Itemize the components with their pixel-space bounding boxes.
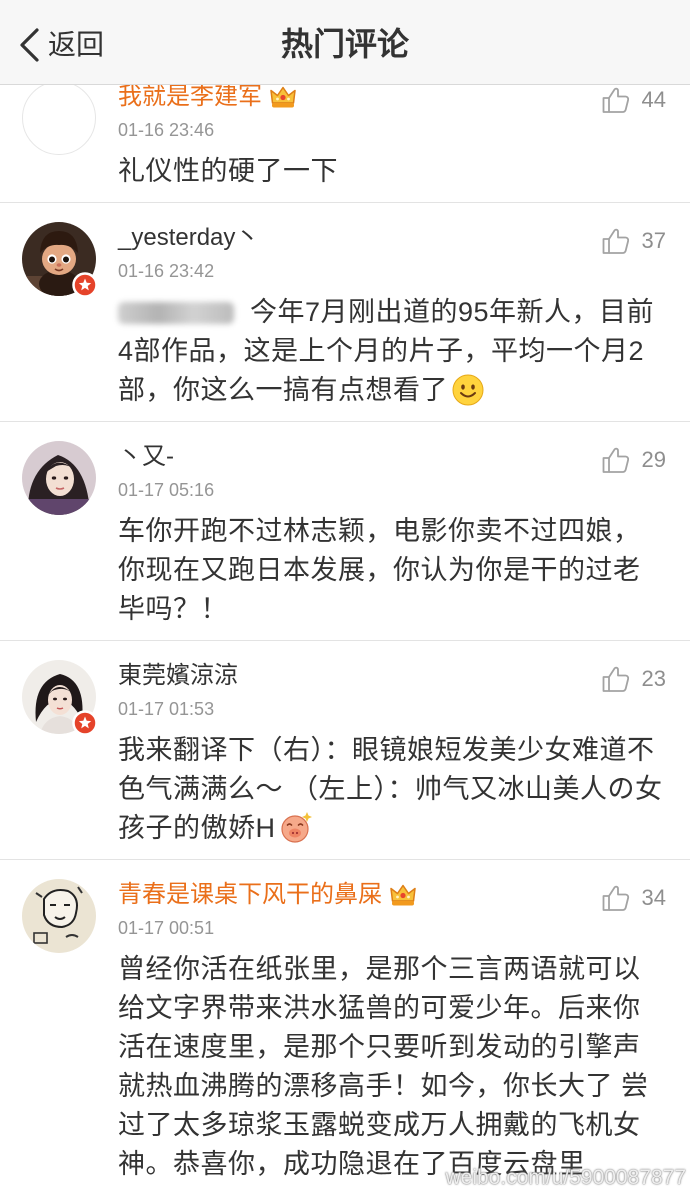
comment-text: 我来翻译下（右）：眼镜娘短发美少女难道不色气满满么～ （左上）：帅气又冰山美人の…: [118, 731, 663, 848]
smile-emoji-icon: [452, 374, 484, 406]
comment-list: 我就是李建军 01-16 23:46 44 礼仪性的硬了一下 _yesterda…: [0, 62, 690, 1184]
like-count: 34: [641, 885, 666, 910]
like-count: 23: [641, 666, 666, 691]
watermark: weibo.com/u/5900087877: [445, 1166, 686, 1189]
username[interactable]: 丶又-: [118, 442, 174, 472]
blurred-text-redaction: [118, 302, 234, 324]
comment-text: 礼仪性的硬了一下: [118, 152, 663, 191]
crown-vip-icon[interactable]: [388, 882, 418, 908]
timestamp: 01-16 23:42: [118, 261, 215, 281]
like-count: 37: [641, 228, 666, 253]
timestamp: 01-17 00:51: [118, 918, 215, 938]
comment-text: 今年7月刚出道的95年新人，目前4部作品，这是上个月的片子，平均一个月2部，你这…: [118, 293, 663, 410]
shy-emoji-icon: [280, 810, 314, 844]
comment-item: 東莞嬪涼涼 01-17 01:53 23 我来翻译下（右）：眼镜娘短发美少女难道…: [0, 641, 690, 860]
avatar[interactable]: [22, 441, 96, 515]
username-row: 東莞嬪涼涼: [118, 661, 238, 691]
username-row: 青春是课桌下风干的鼻屎: [118, 880, 418, 910]
comment-item: 丶又- 01-17 05:16 29 车你开跑不过林志颖，电影你卖不过四娘，你现…: [0, 422, 690, 641]
like-button[interactable]: 34: [602, 883, 666, 913]
username[interactable]: 我就是李建军: [118, 82, 262, 112]
thumbs-up-icon[interactable]: [602, 228, 630, 255]
username[interactable]: 青春是课桌下风干的鼻屎: [118, 880, 382, 910]
like-count: 29: [641, 447, 666, 472]
timestamp: 01-16 23:46: [118, 120, 215, 140]
username[interactable]: 東莞嬪涼涼: [118, 661, 238, 691]
verified-badge-icon: [72, 272, 98, 298]
username-row: 丶又-: [118, 442, 174, 472]
like-button[interactable]: 23: [602, 664, 666, 694]
comment-text: 曾经你活在纸张里，是那个三言两语就可以给文字界带来洪水猛兽的可爱少年。后来你活在…: [118, 950, 663, 1184]
page-title: 热门评论: [280, 26, 409, 62]
verified-badge-icon: [72, 710, 98, 736]
comment-text: 车你开跑不过林志颖，电影你卖不过四娘，你现在又跑日本发展，你认为你是干的过老毕吗…: [118, 512, 663, 629]
nav-bar: 返回 热门评论: [0, 0, 690, 85]
thumbs-up-icon[interactable]: [602, 666, 630, 693]
thumbs-up-icon[interactable]: [602, 885, 630, 912]
hot-comments-screen: 我就是李建军 01-16 23:46 44 礼仪性的硬了一下 _yesterda…: [0, 0, 690, 1192]
avatar[interactable]: [22, 81, 96, 155]
username-row: 我就是李建军: [118, 82, 298, 112]
username-row: _yesterday丶: [118, 223, 259, 253]
like-count: 44: [641, 87, 666, 112]
username[interactable]: _yesterday丶: [118, 223, 259, 253]
comment-text-body: 曾经你活在纸张里，是那个三言两语就可以给文字界带来洪水猛兽的可爱少年。后来你活在…: [118, 954, 649, 1179]
timestamp: 01-17 01:53: [118, 699, 215, 719]
avatar[interactable]: [22, 879, 96, 953]
timestamp: 01-17 05:16: [118, 480, 215, 500]
crown-vip-icon[interactable]: [268, 84, 298, 110]
comment-text-body: 我来翻译下（右）：眼镜娘短发美少女难道不色气满满么～ （左上）：帅气又冰山美人の…: [118, 735, 663, 843]
like-button[interactable]: 37: [602, 226, 666, 256]
like-button[interactable]: 29: [602, 445, 666, 475]
comment-text-body: 车你开跑不过林志颖，电影你卖不过四娘，你现在又跑日本发展，你认为你是干的过老毕吗…: [118, 516, 641, 624]
comment-text-body: 礼仪性的硬了一下: [118, 156, 338, 186]
comment-item: _yesterday丶 01-16 23:42 37 今年7月刚出道的95年新人…: [0, 203, 690, 422]
thumbs-up-icon[interactable]: [602, 447, 630, 474]
like-button[interactable]: 44: [602, 85, 666, 115]
comment-item: 青春是课桌下风干的鼻屎 01-17 00:51 34 曾经你活在纸张里，是那个三…: [0, 860, 690, 1184]
thumbs-up-icon[interactable]: [602, 87, 630, 114]
